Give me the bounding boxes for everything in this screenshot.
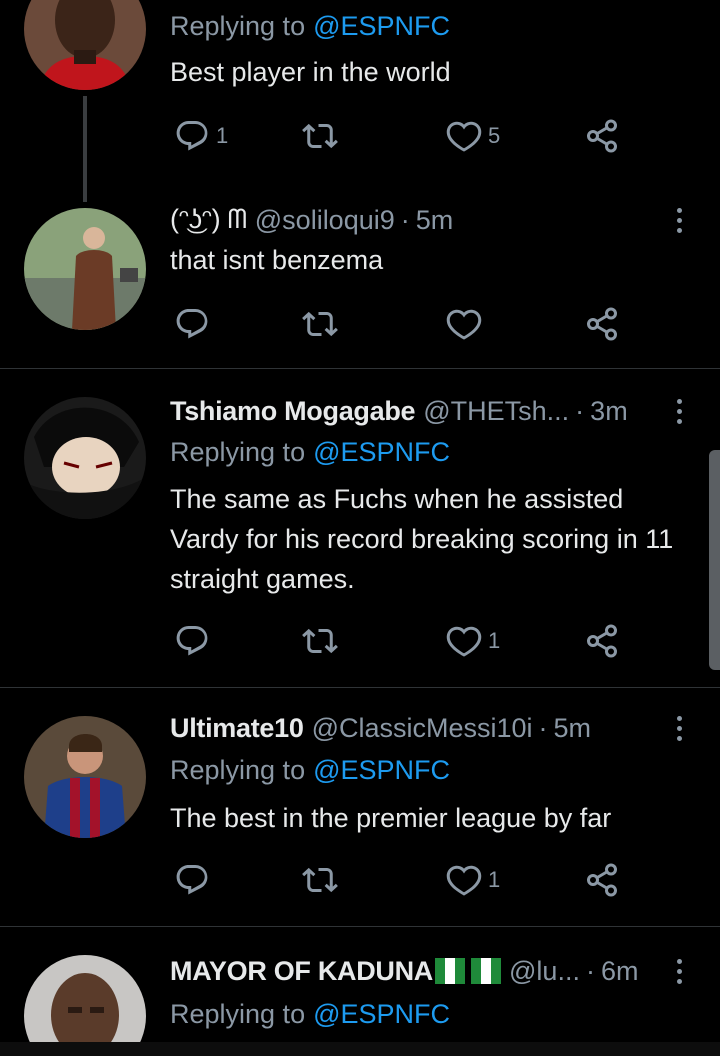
tweet-actions: 1	[170, 858, 650, 902]
user-handle[interactable]: @lu...	[509, 956, 580, 987]
retweet-icon	[302, 862, 338, 898]
tweet-actions	[170, 302, 650, 346]
display-name[interactable]: Ultimate10	[170, 713, 304, 744]
share-button[interactable]	[584, 619, 620, 663]
timestamp[interactable]: 5m	[554, 713, 592, 744]
retweet-button[interactable]	[302, 302, 338, 346]
mention-link[interactable]: @ESPNFC	[313, 755, 450, 786]
tweet-header: (ᵔ͜ʖᵔ) ᗰ @soliloqui9 · 5m	[170, 200, 660, 240]
tweet-item[interactable]: MAYOR OF KADUNA @lu... · 6m Replying to …	[0, 927, 720, 1042]
replying-label: Replying to	[170, 754, 306, 785]
user-handle[interactable]: @THETsh...	[423, 396, 569, 427]
display-name[interactable]: MAYOR OF KADUNA	[170, 956, 433, 987]
time-separator: ·	[585, 955, 595, 986]
reply-button[interactable]	[174, 858, 210, 902]
replying-label: Replying to	[170, 998, 306, 1029]
user-handle[interactable]: @soliloqui9	[255, 205, 395, 236]
tweet-text: Best player in the world	[170, 57, 451, 87]
share-icon	[584, 623, 620, 659]
mention-link[interactable]: @ESPNFC	[313, 11, 450, 42]
tweet-item[interactable]: Tshiamo Mogagabe @THETsh... · 3m Replyin…	[0, 369, 720, 687]
more-options-icon[interactable]	[664, 951, 694, 991]
share-icon	[584, 862, 620, 898]
user-handle[interactable]: @ClassicMessi10i	[312, 713, 533, 744]
replying-to: Replying to @ESPNFC	[170, 750, 450, 790]
more-options-icon[interactable]	[664, 200, 694, 240]
heart-icon	[446, 306, 482, 342]
share-button[interactable]	[584, 114, 620, 158]
tweet-text: The same as Fuchs when he assisted Vardy…	[170, 484, 674, 594]
avatar[interactable]	[24, 716, 146, 838]
retweet-button[interactable]	[302, 858, 338, 902]
tweet-item[interactable]: Replying to @ESPNFC Best player in the w…	[0, 0, 720, 202]
timestamp[interactable]: 6m	[601, 956, 639, 987]
retweet-icon	[302, 118, 338, 154]
mention-link[interactable]: @ESPNFC	[313, 437, 450, 468]
heart-icon	[446, 118, 482, 154]
share-button[interactable]	[584, 858, 620, 902]
time-separator: ·	[538, 712, 548, 743]
retweet-icon	[302, 306, 338, 342]
share-icon	[584, 306, 620, 342]
heart-icon	[446, 862, 482, 898]
like-count: 5	[488, 123, 501, 148]
time-separator: ·	[400, 204, 410, 235]
like-button[interactable]: 1	[446, 858, 500, 902]
scrollbar[interactable]	[709, 450, 720, 670]
display-name[interactable]: (ᵔ͜ʖᵔ) ᗰ	[170, 204, 247, 236]
avatar[interactable]	[24, 397, 146, 519]
reply-button[interactable]	[174, 619, 210, 663]
like-count: 1	[488, 867, 501, 892]
tweet-header: MAYOR OF KADUNA @lu... · 6m	[170, 951, 660, 991]
reply-count: 1	[216, 123, 229, 148]
tweet-item[interactable]: (ᵔ͜ʖᵔ) ᗰ @soliloqui9 · 5m that isnt benz…	[0, 200, 720, 368]
tweet-header: Tshiamo Mogagabe @THETsh... · 3m	[170, 391, 660, 431]
mention-link[interactable]: @ESPNFC	[313, 999, 450, 1030]
reply-icon	[174, 306, 210, 342]
retweet-button[interactable]	[302, 114, 338, 158]
tweet-item[interactable]: Ultimate10 @ClassicMessi10i · 5m Replyin…	[0, 688, 720, 926]
tweet-actions: 1	[170, 619, 650, 663]
reply-button[interactable]: 1	[174, 114, 228, 158]
reply-button[interactable]	[174, 302, 210, 346]
like-button[interactable]: 5	[446, 114, 500, 158]
share-button[interactable]	[584, 302, 620, 346]
share-icon	[584, 118, 620, 154]
reply-icon	[174, 118, 210, 154]
replying-label: Replying to	[170, 10, 306, 41]
retweet-icon	[302, 623, 338, 659]
tweet-text: The best in the premier league by far	[170, 803, 612, 833]
time-separator: ·	[575, 395, 585, 426]
timestamp[interactable]: 5m	[416, 205, 454, 236]
like-count: 1	[488, 628, 501, 653]
more-options-icon[interactable]	[664, 391, 694, 431]
timestamp[interactable]: 3m	[590, 396, 628, 427]
avatar[interactable]	[24, 208, 146, 330]
thread-line	[83, 96, 87, 202]
like-button[interactable]: 1	[446, 619, 500, 663]
more-options-icon[interactable]	[664, 708, 694, 748]
display-name[interactable]: Tshiamo Mogagabe	[170, 396, 416, 427]
nigeria-flag-icon	[435, 958, 502, 984]
tweet-header: Ultimate10 @ClassicMessi10i · 5m	[170, 708, 660, 748]
reply-icon	[174, 623, 210, 659]
heart-icon	[446, 623, 482, 659]
replying-to: Replying to @ESPNFC	[170, 432, 450, 472]
tweet-text: that isnt benzema	[170, 245, 384, 275]
like-button[interactable]	[446, 302, 482, 346]
replying-to: Replying to @ESPNFC	[170, 994, 450, 1034]
replying-label: Replying to	[170, 436, 306, 467]
bottom-edge	[0, 1042, 720, 1056]
avatar[interactable]	[24, 955, 146, 1042]
tweet-actions: 1 5	[170, 114, 650, 158]
avatar[interactable]	[24, 0, 146, 90]
reply-icon	[174, 862, 210, 898]
replying-to: Replying to @ESPNFC	[170, 6, 450, 46]
retweet-button[interactable]	[302, 619, 338, 663]
